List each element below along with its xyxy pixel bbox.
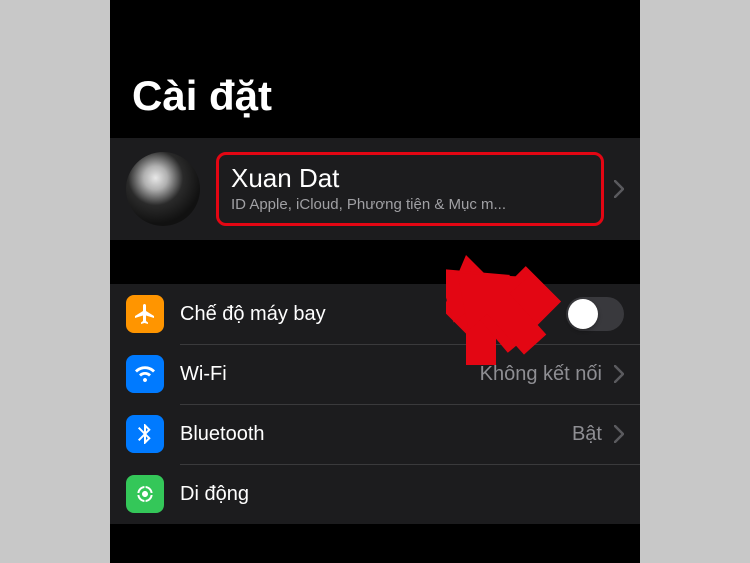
profile-group: Xuan Dat ID Apple, iCloud, Phương tiện &… [110, 138, 640, 240]
profile-name: Xuan Dat [231, 163, 589, 194]
wifi-label: Wi-Fi [180, 363, 480, 386]
page-title: Cài đặt [110, 0, 640, 138]
bluetooth-label: Bluetooth [180, 423, 572, 446]
chevron-right-icon [614, 419, 624, 450]
airplane-icon [126, 295, 164, 333]
settings-group: Chế độ máy bay Wi-Fi Không kết nối Bluet… [110, 284, 640, 524]
avatar [126, 152, 200, 226]
bluetooth-icon [126, 415, 164, 453]
profile-subtitle: ID Apple, iCloud, Phương tiện & Mục m... [231, 196, 589, 213]
wifi-row[interactable]: Wi-Fi Không kết nối [110, 344, 640, 404]
cellular-icon [126, 475, 164, 513]
airplane-label: Chế độ máy bay [180, 303, 566, 326]
airplane-mode-row[interactable]: Chế độ máy bay [110, 284, 640, 344]
cellular-row[interactable]: Di động [110, 464, 640, 524]
cellular-label: Di động [180, 483, 624, 506]
bluetooth-value: Bật [572, 423, 602, 446]
apple-id-row[interactable]: Xuan Dat ID Apple, iCloud, Phương tiện &… [110, 138, 640, 240]
highlight-box: Xuan Dat ID Apple, iCloud, Phương tiện &… [216, 152, 604, 226]
wifi-icon [126, 355, 164, 393]
airplane-toggle[interactable] [566, 297, 624, 331]
wifi-value: Không kết nối [480, 363, 602, 386]
chevron-right-icon [614, 359, 624, 390]
chevron-right-icon [614, 174, 624, 205]
bluetooth-row[interactable]: Bluetooth Bật [110, 404, 640, 464]
settings-screen: Cài đặt Xuan Dat ID Apple, iCloud, Phươn… [110, 0, 640, 563]
